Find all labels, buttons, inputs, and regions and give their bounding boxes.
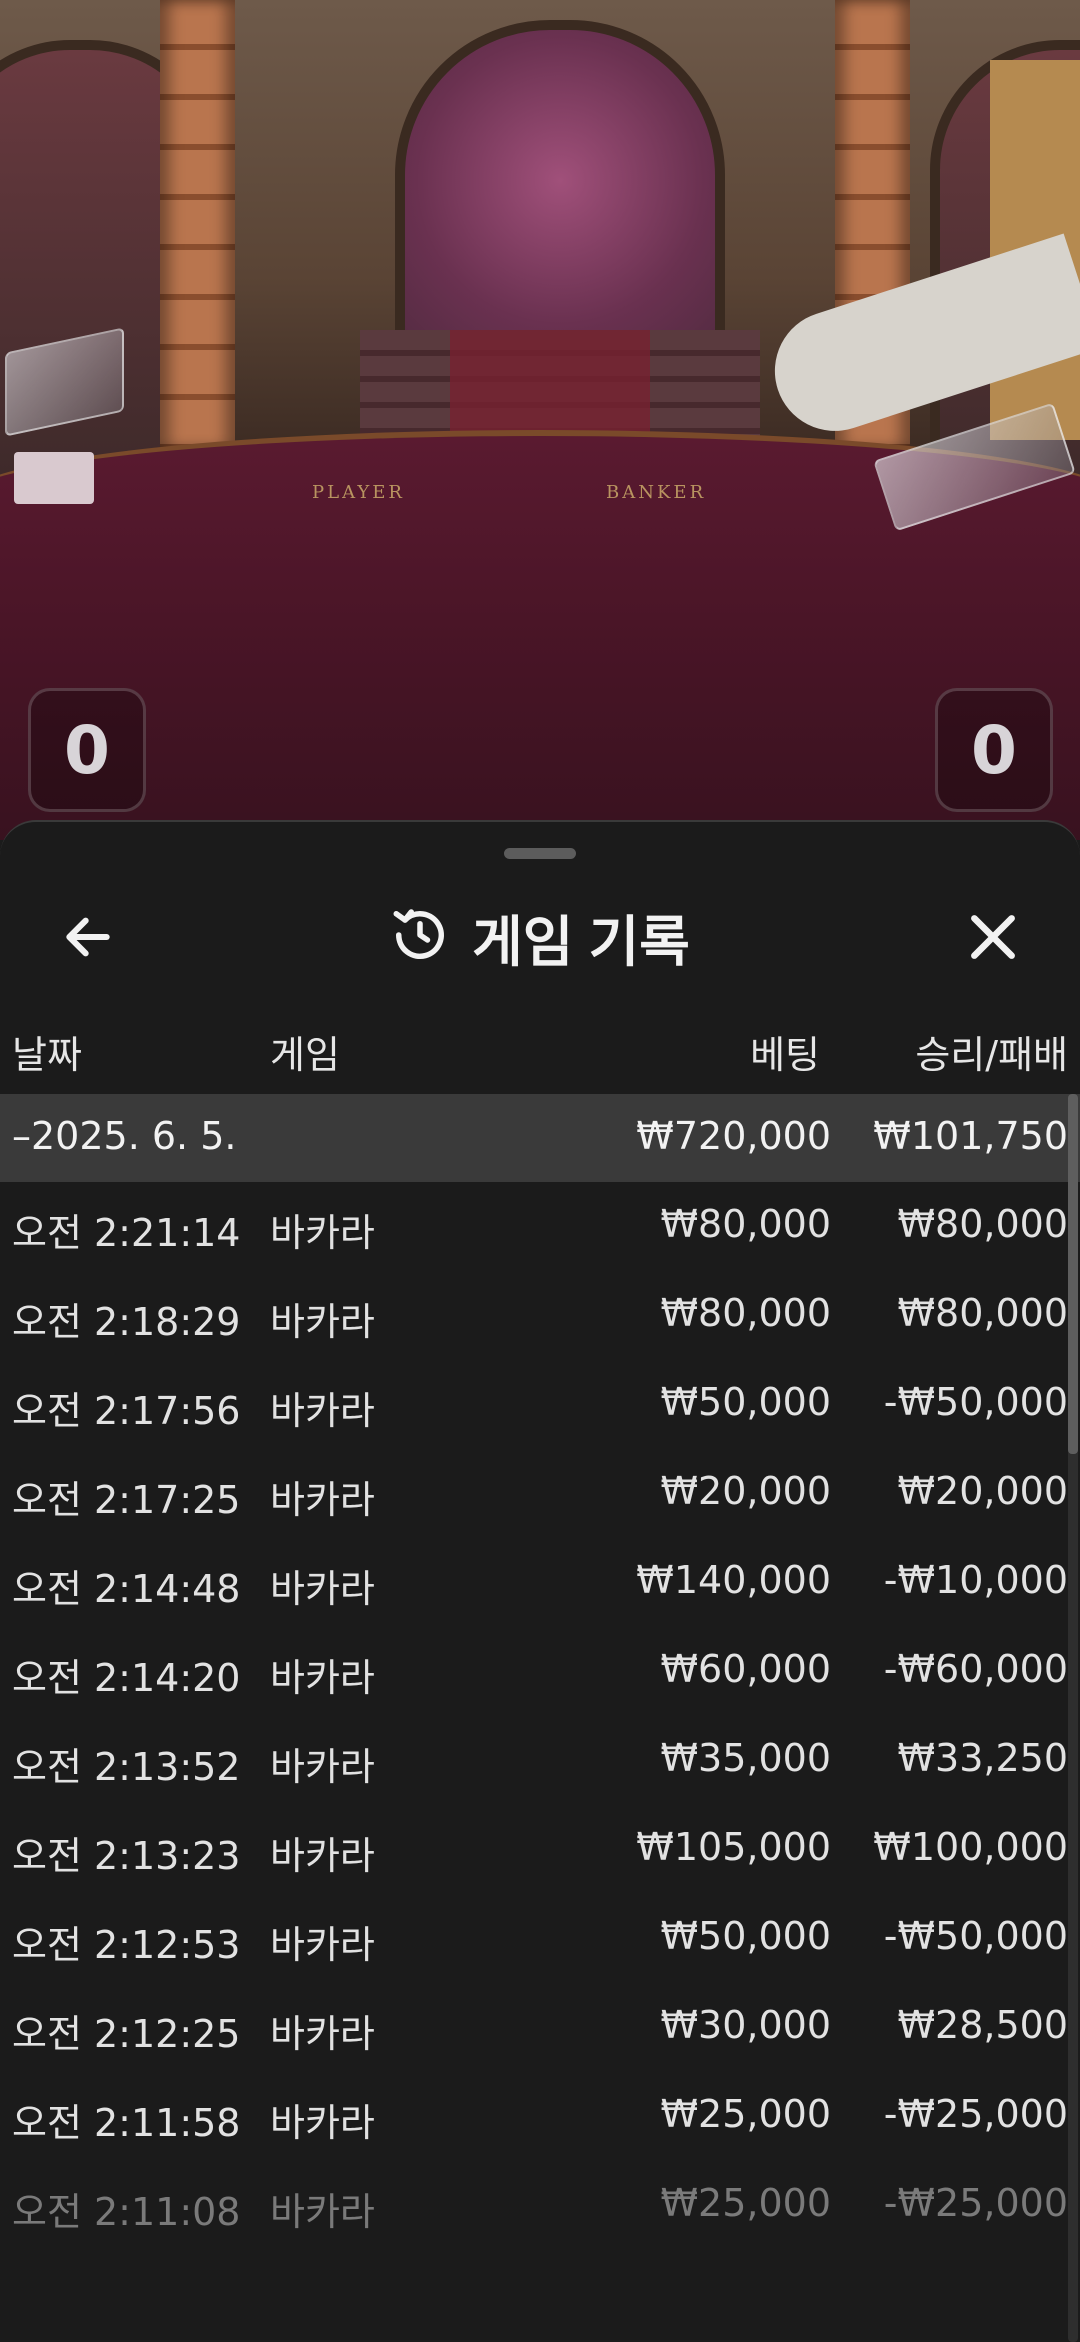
row-win-loss: ₩33,250 [897,1736,1068,1780]
drag-handle[interactable] [504,848,576,859]
row-win-loss: ₩80,000 [897,1291,1068,1335]
row-time: 오전 2:13:52 [12,1745,241,1789]
row-bet: ₩20,000 [660,1469,831,1513]
banker-area-label: BANKER [606,482,707,503]
row-bet: ₩80,000 [660,1202,831,1246]
history-icon [390,905,450,969]
column-header-date: 날짜 [12,1033,82,1077]
table-row[interactable]: 오전 2:17:25 바카라 ₩20,000 ₩20,000 [0,1449,1080,1538]
row-game: 바카라 [270,1300,375,1344]
table-header: 날짜 게임 베팅 승리/패배 [0,1002,1080,1092]
row-win-loss: -₩25,000 [883,2092,1068,2136]
row-bet: ₩105,000 [636,1825,831,1869]
history-list: –2025. 6. 5. ₩720,000 ₩101,750 오전 2:21:1… [0,1094,1080,2250]
row-win-loss: -₩50,000 [883,1914,1068,1958]
table-row[interactable]: 오전 2:21:14 바카라 ₩80,000 ₩80,000 [0,1182,1080,1271]
row-time: 오전 2:11:58 [12,2101,241,2145]
group-date: –2025. 6. 5. [12,1114,237,1158]
table-row[interactable]: 오전 2:12:25 바카라 ₩30,000 ₩28,500 [0,1983,1080,2072]
row-win-loss: ₩80,000 [897,1202,1068,1246]
row-game: 바카라 [270,1834,375,1878]
arrow-left-icon [60,909,116,969]
row-game: 바카라 [270,1389,375,1433]
column-header-game: 게임 [270,1033,340,1077]
row-game: 바카라 [270,1745,375,1789]
group-win-loss-total: ₩101,750 [873,1114,1068,1158]
row-bet: ₩25,000 [660,2181,831,2225]
row-game: 바카라 [270,1211,375,1255]
table-row[interactable]: 오전 2:11:58 바카라 ₩25,000 -₩25,000 [0,2072,1080,2161]
left-pillar [160,0,235,450]
row-bet: ₩35,000 [660,1736,831,1780]
table-row[interactable]: 오전 2:13:23 바카라 ₩105,000 ₩100,000 [0,1805,1080,1894]
scrollbar-thumb[interactable] [1068,1094,1078,1454]
table-row[interactable]: 오전 2:13:52 바카라 ₩35,000 ₩33,250 [0,1716,1080,1805]
row-time: 오전 2:21:14 [12,1211,241,1255]
player-area-label: PLAYER [312,482,405,503]
sheet-title: 게임 기록 [472,911,690,973]
card-stack [14,452,94,504]
date-group-row[interactable]: –2025. 6. 5. ₩720,000 ₩101,750 [0,1094,1080,1182]
row-win-loss: -₩10,000 [883,1558,1068,1602]
banker-score: 0 [935,688,1053,812]
table-row[interactable]: 오전 2:12:53 바카라 ₩50,000 -₩50,000 [0,1894,1080,1983]
row-win-loss: ₩28,500 [897,2003,1068,2047]
row-win-loss: -₩60,000 [883,1647,1068,1691]
row-game: 바카라 [270,1656,375,1700]
row-game: 바카라 [270,2101,375,2145]
row-game: 바카라 [270,1923,375,1967]
row-win-loss: ₩100,000 [873,1825,1068,1869]
back-button[interactable] [50,904,126,974]
row-bet: ₩50,000 [660,1914,831,1958]
table-row[interactable]: 오전 2:18:29 바카라 ₩80,000 ₩80,000 [0,1271,1080,1360]
row-bet: ₩140,000 [636,1558,831,1602]
column-header-bet: 베팅 [750,1033,820,1077]
table-row[interactable]: 오전 2:14:48 바카라 ₩140,000 -₩10,000 [0,1538,1080,1627]
game-history-sheet: 게임 기록 날짜 게임 베팅 승리/패배 –2025. 6. 5. ₩720,0… [0,820,1080,2342]
group-bet-total: ₩720,000 [636,1114,831,1158]
table-row[interactable]: 오전 2:11:08 바카라 ₩25,000 -₩25,000 [0,2161,1080,2250]
row-time: 오전 2:17:56 [12,1389,241,1433]
row-bet: ₩60,000 [660,1647,831,1691]
row-time: 오전 2:14:20 [12,1656,241,1700]
table-row[interactable]: 오전 2:17:56 바카라 ₩50,000 -₩50,000 [0,1360,1080,1449]
row-time: 오전 2:18:29 [12,1300,241,1344]
row-win-loss: -₩50,000 [883,1380,1068,1424]
row-time: 오전 2:14:48 [12,1567,241,1611]
row-time: 오전 2:13:23 [12,1834,241,1878]
row-game: 바카라 [270,2012,375,2056]
row-bet: ₩80,000 [660,1291,831,1335]
table-row[interactable]: 오전 2:14:20 바카라 ₩60,000 -₩60,000 [0,1627,1080,1716]
row-time: 오전 2:11:08 [12,2190,241,2234]
row-win-loss: -₩25,000 [883,2181,1068,2225]
player-score: 0 [28,688,146,812]
row-time: 오전 2:12:53 [12,1923,241,1967]
row-bet: ₩50,000 [660,1380,831,1424]
title-group: 게임 기록 [0,882,1080,992]
row-win-loss: ₩20,000 [897,1469,1068,1513]
row-time: 오전 2:12:25 [12,2012,241,2056]
live-video-feed: PLAYER BANKER 0 0 [0,0,1080,840]
row-game: 바카라 [270,1567,375,1611]
row-game: 바카라 [270,2190,375,2234]
row-game: 바카라 [270,1478,375,1522]
close-button[interactable] [955,904,1031,974]
close-icon [965,909,1021,969]
row-bet: ₩30,000 [660,2003,831,2047]
row-time: 오전 2:17:25 [12,1478,241,1522]
row-bet: ₩25,000 [660,2092,831,2136]
column-header-win-loss: 승리/패배 [915,1033,1068,1077]
sheet-header: 게임 기록 [0,882,1080,992]
